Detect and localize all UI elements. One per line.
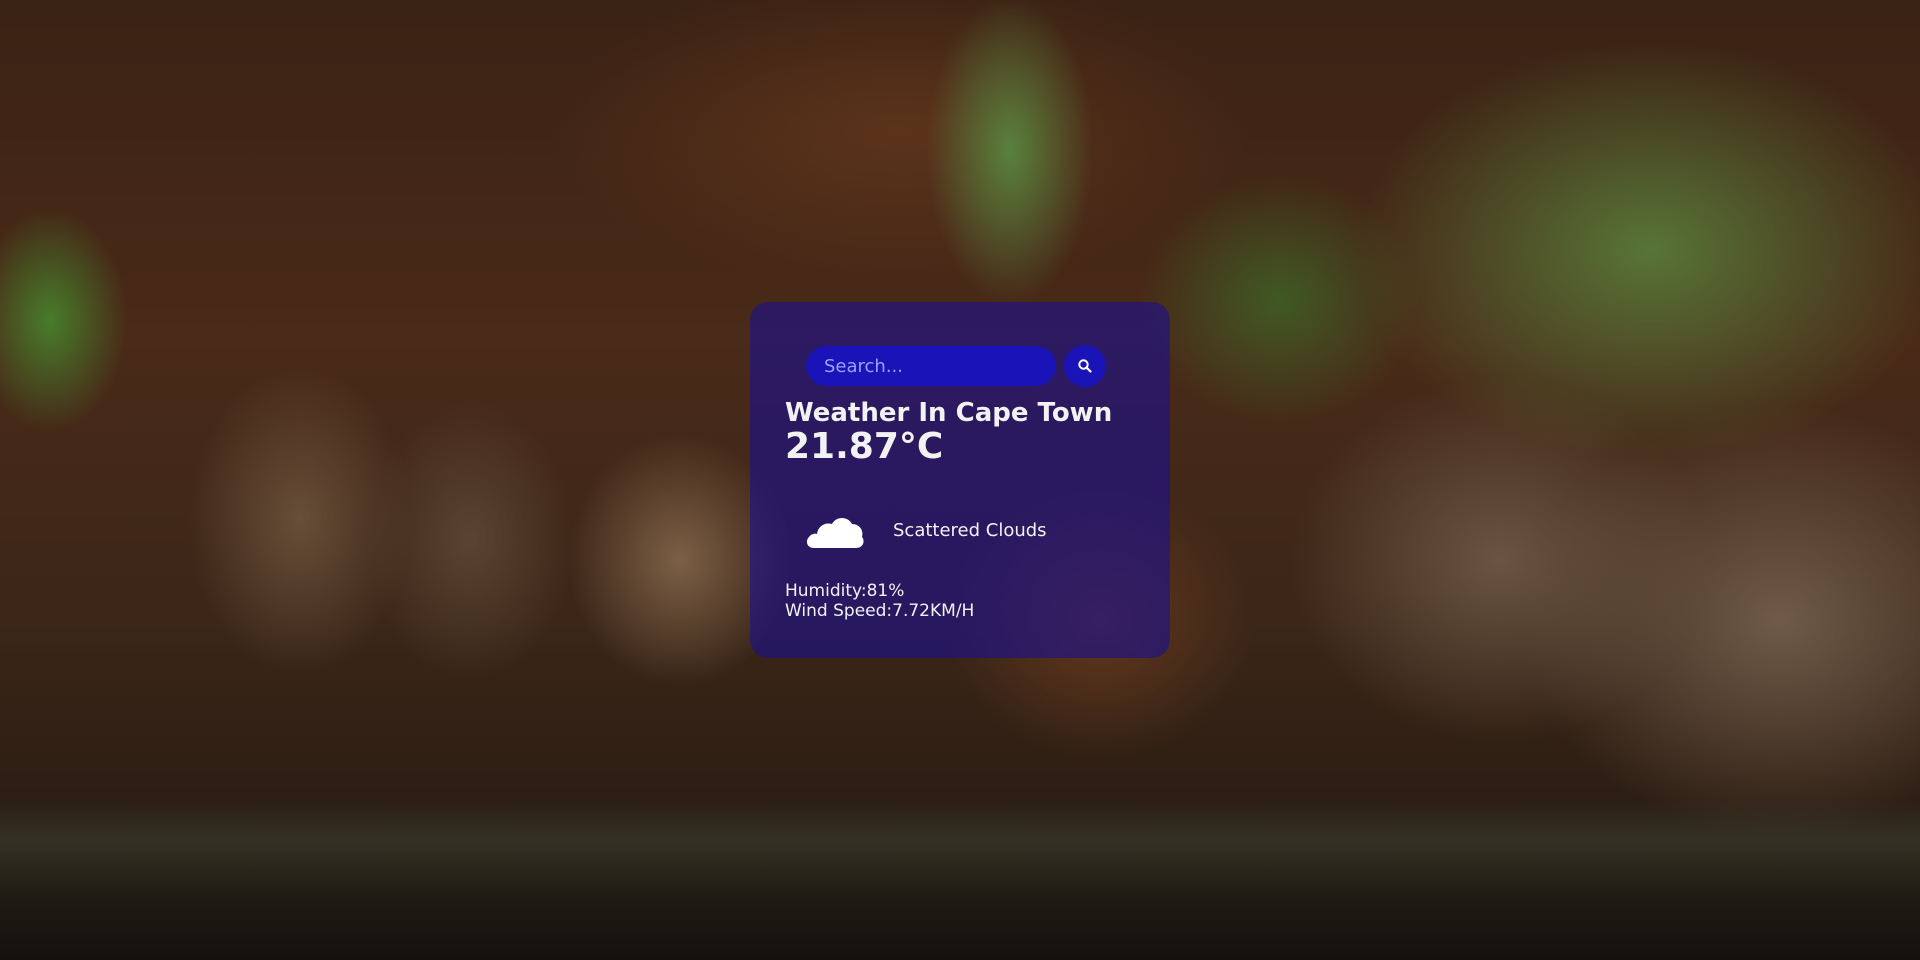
weather-description: Scattered Clouds [893,520,1047,541]
search-input[interactable] [806,346,1056,386]
cloud-icon [806,518,864,548]
search-bar [806,345,1106,387]
search-button[interactable] [1064,345,1106,387]
temperature: 21.87°C [785,426,944,467]
weather-card: Weather In Cape Town 21.87°C Scattered C… [750,302,1170,658]
humidity-text: Humidity:81% [785,581,905,601]
wind-speed-text: Wind Speed:7.72KM/H [785,601,975,621]
city-title: Weather In Cape Town [785,398,1113,428]
background-shelf [0,800,1920,960]
search-icon [1078,359,1092,373]
